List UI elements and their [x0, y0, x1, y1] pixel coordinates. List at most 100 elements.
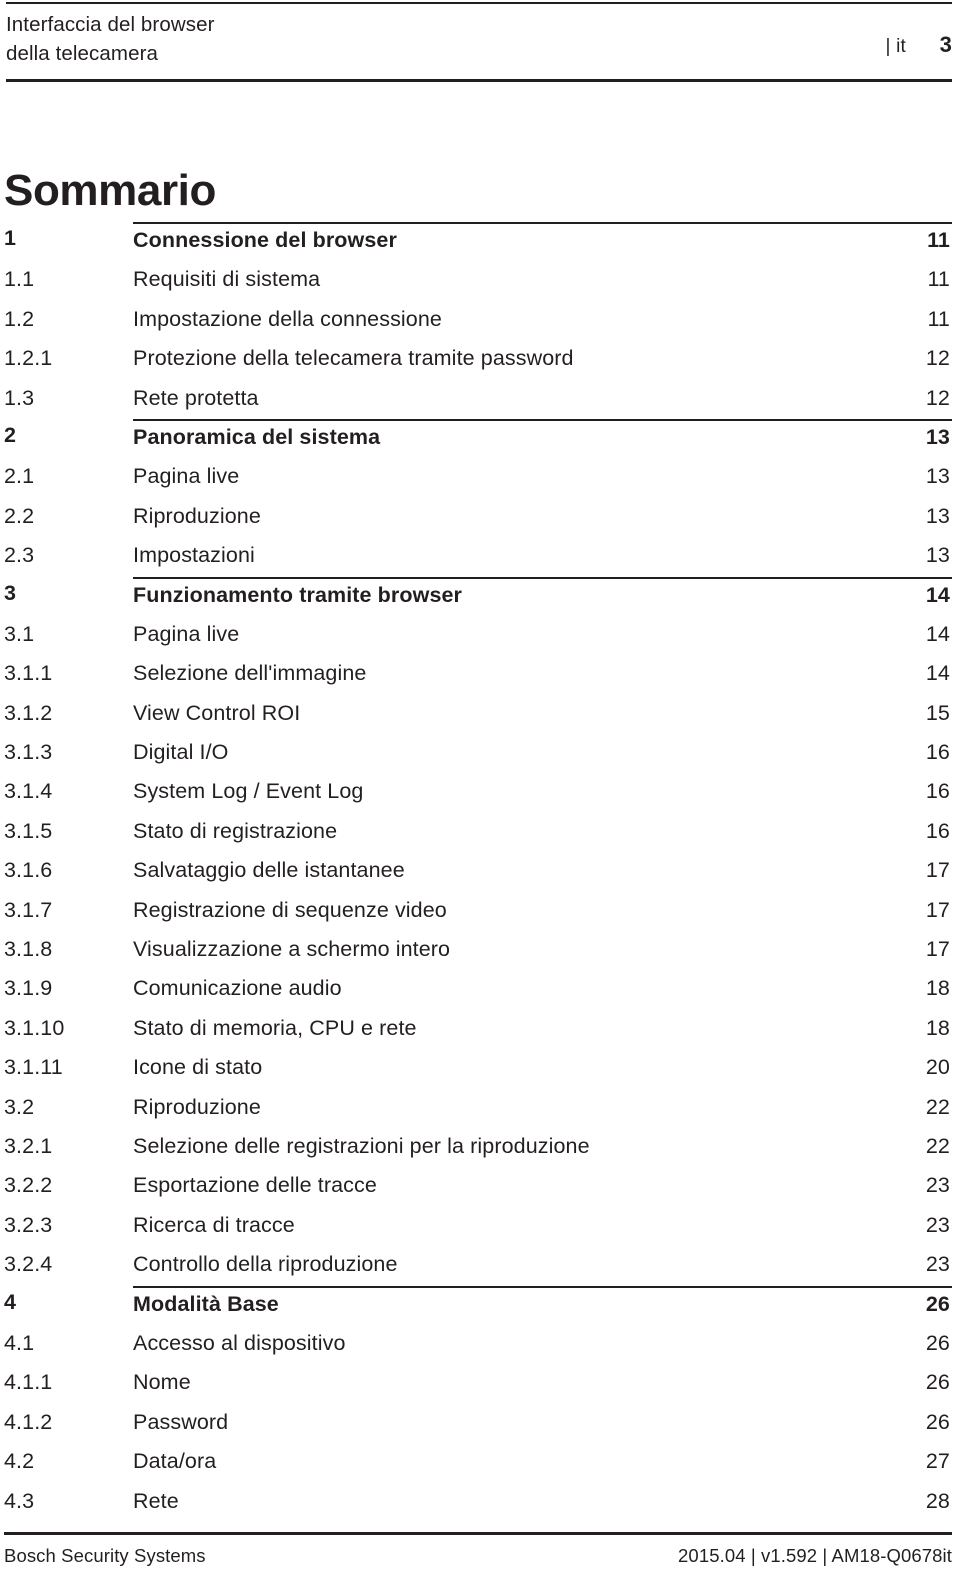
toc-entry-label: Pagina live [133, 464, 240, 489]
toc-entry-label: Nome [133, 1370, 191, 1395]
toc-entry-number: 3.2.3 [4, 1212, 53, 1237]
toc-entry-number: 3.2 [4, 1094, 35, 1119]
toc-entry[interactable]: 3.1.11 Icone di stato 20 [4, 1049, 952, 1088]
toc-entry-number: 3.1.5 [4, 818, 53, 843]
toc-entry-page-number: 22 [925, 1094, 950, 1119]
toc-entry[interactable]: 4.1.2 Password 26 [4, 1404, 952, 1443]
toc-entry-number: 3.1.3 [4, 740, 53, 765]
toc-entry-page-number: 13 [925, 464, 950, 489]
toc-entry-label: Requisiti di sistema [133, 267, 321, 292]
toc-entry-label: Digital I/O [133, 740, 229, 765]
toc-entry-page-number: 14 [925, 621, 950, 646]
toc-entry-page-number: 18 [925, 976, 950, 1001]
toc-entry[interactable]: 4.3 Rete 28 [4, 1483, 952, 1522]
toc-entry-number: 1.2.1 [4, 346, 53, 371]
toc-entry[interactable]: 3.1.4 System Log / Event Log 16 [4, 773, 952, 812]
toc-entry-number: 3.2.1 [4, 1133, 53, 1158]
toc-entry[interactable]: 2.3 Impostazioni 13 [4, 537, 952, 576]
toc-entry[interactable]: 1.2 Impostazione della connessione 11 [4, 301, 952, 340]
toc-entry-page-number: 23 [925, 1252, 950, 1277]
toc-entry-label: Riproduzione [133, 1094, 261, 1119]
toc-entry-page-number: 13 [925, 543, 950, 568]
toc-entry-page-number: 23 [925, 1212, 950, 1237]
toc-entry-number: 1.3 [4, 385, 35, 410]
toc-entry-label: Panoramica del sistema [133, 424, 381, 449]
toc-entry[interactable]: 3.2.2 Esportazione delle tracce 23 [4, 1167, 952, 1206]
toc-entry[interactable]: 3.1 Pagina live 14 [4, 616, 952, 655]
toc-entry-label: Accesso al dispositivo [133, 1330, 346, 1355]
toc-entry-label: Selezione dell'immagine [133, 661, 367, 686]
toc-entry-page-number: 26 [925, 1370, 950, 1395]
toc-entry[interactable]: 3.1.6 Salvataggio delle istantanee 17 [4, 852, 952, 891]
toc-entry-page-number: 11 [927, 228, 950, 252]
toc-entry-number: 4.1.2 [4, 1409, 53, 1434]
toc-entry-number: 3.1.10 [4, 1015, 65, 1040]
toc-entry-page-number: 26 [925, 1409, 950, 1434]
toc-entry-number: 2.1 [4, 464, 35, 489]
toc-entry-label: Rete [133, 1488, 179, 1513]
toc-entry-page-number: 13 [925, 424, 950, 449]
toc-entry-page-number: 15 [925, 700, 950, 725]
toc-entry[interactable]: 2.2 Riproduzione 13 [4, 498, 952, 537]
toc-entry-page-number: 16 [925, 740, 950, 765]
toc-entry[interactable]: 4 Modalità Base 26 [4, 1285, 952, 1325]
toc-entry-label: Password [133, 1409, 229, 1434]
header-document-title: Interfaccia del browser della telecamera [6, 13, 215, 65]
page-top-rule [6, 2, 952, 4]
header-language-marker: | it [885, 36, 906, 57]
toc-entry-page-number: 11 [927, 267, 950, 292]
toc-entry[interactable]: 4.1 Accesso al dispositivo 26 [4, 1325, 952, 1364]
toc-entry[interactable]: 3.1.1 Selezione dell'immagine 14 [4, 655, 952, 694]
toc-entry-page-number: 23 [925, 1173, 950, 1198]
toc-entry[interactable]: 1.2.1 Protezione della telecamera tramite… [4, 340, 952, 379]
toc-entry[interactable]: 3.1.5 Stato di registrazione 16 [4, 813, 952, 852]
toc-entry-label: Riproduzione [133, 503, 261, 528]
toc-entry-page-number: 17 [925, 897, 950, 922]
toc-entry-label: Funzionamento tramite browser [133, 582, 463, 607]
toc-entry[interactable]: 2.1 Pagina live 13 [4, 458, 952, 497]
table-of-contents: 1 Connessione del browser 11 1.1 Requisiti d… [4, 222, 952, 1522]
toc-entry-page-number: 26 [925, 1330, 950, 1355]
toc-entry-number: 3.1.11 [4, 1055, 63, 1080]
footer-top-rule [4, 1532, 952, 1535]
toc-entry[interactable]: 1.3 Rete protetta 12 [4, 380, 952, 419]
toc-entry-page-number: 27 [925, 1449, 950, 1474]
toc-entry[interactable]: 2 Panoramica del sistema 13 [4, 418, 952, 458]
toc-entry[interactable]: 3.1.7 Registrazione di sequenze video 17 [4, 892, 952, 931]
toc-entry[interactable]: 3.1.9 Comunicazione audio 18 [4, 970, 952, 1009]
toc-entry-page-number: 12 [925, 385, 950, 410]
toc-entry[interactable]: 4.1.1 Nome 26 [4, 1364, 952, 1403]
toc-entry[interactable]: 4.2 Data/ora 27 [4, 1443, 952, 1482]
toc-entry-number: 4.3 [4, 1488, 35, 1513]
toc-entry[interactable]: 3.1.3 Digital I/O 16 [4, 734, 952, 773]
toc-entry[interactable]: 1.1 Requisiti di sistema 11 [4, 261, 952, 300]
toc-entry[interactable]: 3.1.8 Visualizzazione a schermo intero 17 [4, 931, 952, 970]
toc-entry[interactable]: 3.1.2 View Control ROI 15 [4, 695, 952, 734]
toc-entry-label: Connessione del browser [133, 228, 397, 252]
toc-entry-number: 1 [4, 226, 17, 250]
page-header: Interfaccia del browser della telecamera… [6, 10, 952, 78]
toc-entry[interactable]: 3 Funzionamento tramite browser 14 [4, 576, 952, 616]
toc-entry-number: 3.1.2 [4, 700, 53, 725]
toc-entry-number: 2.3 [4, 543, 35, 568]
toc-entry[interactable]: 3.2 Riproduzione 22 [4, 1089, 952, 1128]
toc-entry-page-number: 26 [925, 1291, 950, 1316]
toc-entry-number: 4.1 [4, 1330, 35, 1355]
toc-entry-number: 3.1.9 [4, 976, 53, 1001]
toc-entry-label: Rete protetta [133, 385, 259, 410]
toc-entry-number: 3 [4, 580, 17, 605]
toc-entry-label: Stato di memoria, CPU e rete [133, 1015, 417, 1040]
toc-entry-label: Ricerca di tracce [133, 1212, 295, 1237]
toc-entry-label: Selezione delle registrazioni per la rip… [133, 1133, 590, 1158]
footer-company: Bosch Security Systems [4, 1545, 206, 1566]
toc-entry-number: 4.1.1 [4, 1370, 53, 1395]
toc-entry-number: 3.1.8 [4, 937, 53, 962]
page-title: Sommario [4, 166, 216, 216]
toc-entry[interactable]: 3.2.3 Ricerca di tracce 23 [4, 1207, 952, 1246]
toc-entry-number: 3.1.1 [4, 661, 53, 686]
toc-entry[interactable]: 1 Connessione del browser 11 [4, 222, 952, 261]
toc-entry[interactable]: 3.1.10 Stato di memoria, CPU e rete 18 [4, 1010, 952, 1049]
toc-entry-page-number: 16 [925, 818, 950, 843]
toc-entry[interactable]: 3.2.4 Controllo della riproduzione 23 [4, 1246, 952, 1285]
toc-entry[interactable]: 3.2.1 Selezione delle registrazioni per l… [4, 1128, 952, 1167]
